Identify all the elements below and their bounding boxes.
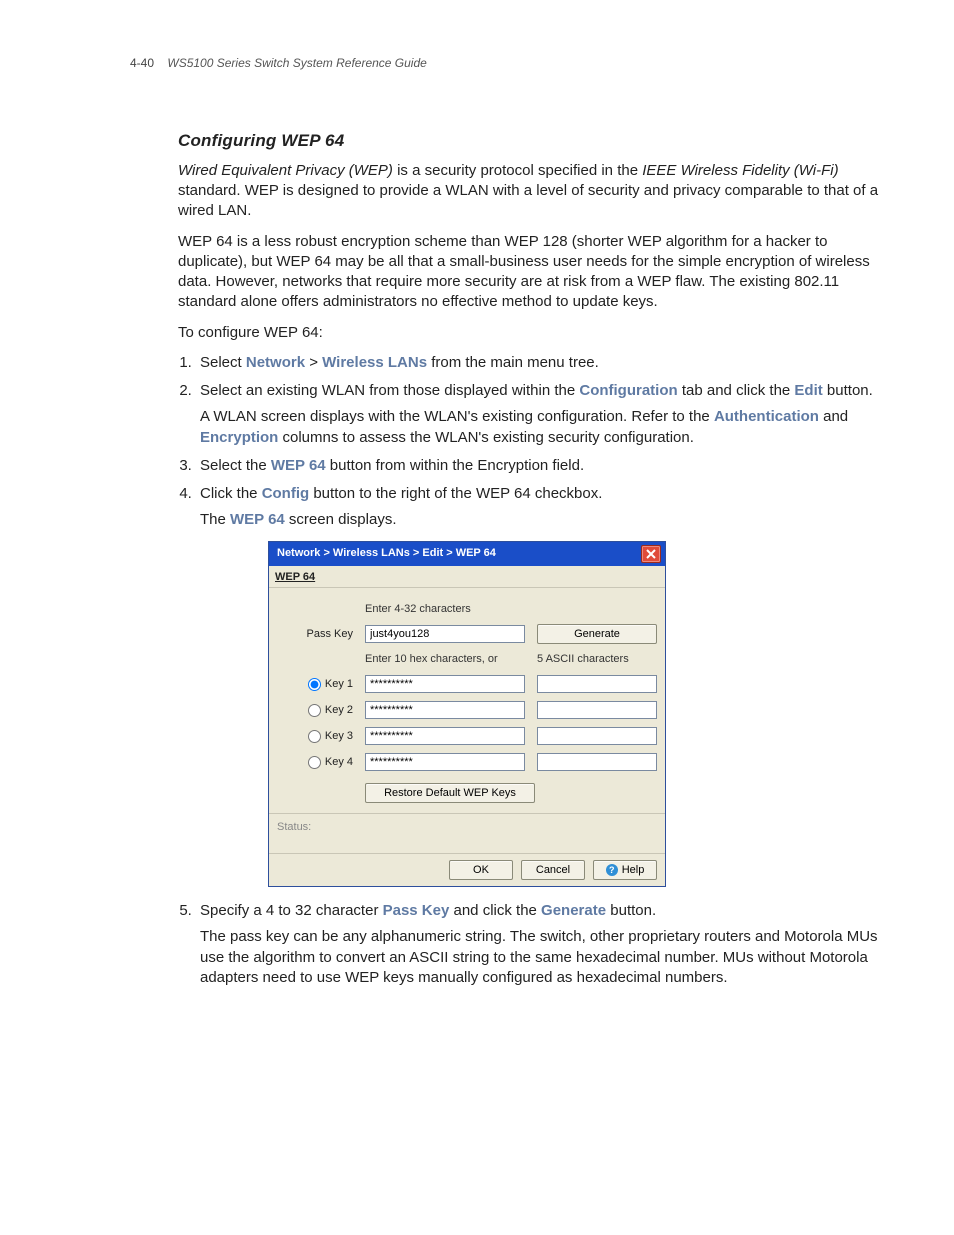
key4-radio[interactable]: Key 4: [281, 755, 353, 770]
section-heading: Configuring WEP 64: [178, 130, 894, 153]
key4-label: Key 4: [325, 755, 353, 770]
help-icon: ?: [606, 864, 618, 876]
step-5: Specify a 4 to 32 character Pass Key and…: [196, 901, 894, 988]
lead-line: To configure WEP 64:: [178, 323, 894, 343]
intro-paragraph-1: Wired Equivalent Privacy (WEP) is a secu…: [178, 161, 894, 222]
step-2: Select an existing WLAN from those displ…: [196, 381, 894, 448]
ui-configuration: Configuration: [579, 382, 677, 399]
help-button[interactable]: ?Help: [593, 860, 657, 880]
ui-authentication: Authentication: [714, 408, 819, 425]
status-bar: Status:: [269, 813, 665, 853]
step-3: Select the WEP 64 button from within the…: [196, 456, 894, 476]
key2-hex-input[interactable]: [365, 701, 525, 719]
running-header: 4-40 WS5100 Series Switch System Referen…: [130, 56, 894, 70]
key1-hex-input[interactable]: [365, 675, 525, 693]
hint-ascii: 5 ASCII characters: [537, 652, 657, 667]
intro-paragraph-2: WEP 64 is a less robust encryption schem…: [178, 232, 894, 313]
passkey-input[interactable]: [365, 625, 525, 643]
key1-radio[interactable]: Key 1: [281, 677, 353, 692]
wep64-dialog: Network > Wireless LANs > Edit > WEP 64 …: [268, 541, 666, 887]
passkey-label: Pass Key: [281, 627, 353, 642]
ui-edit: Edit: [794, 382, 822, 399]
generate-button[interactable]: Generate: [537, 624, 657, 644]
key3-radio[interactable]: Key 3: [281, 729, 353, 744]
ui-encryption: Encryption: [200, 429, 278, 446]
page-number: 4-40: [130, 56, 154, 70]
key3-ascii-input[interactable]: [537, 727, 657, 745]
hint-passkey: Enter 4-32 characters: [365, 602, 525, 617]
key1-radio-input[interactable]: [308, 678, 321, 691]
ui-wep64: WEP 64: [271, 457, 326, 474]
ui-network: Network: [246, 354, 305, 371]
dialog-caption: WEP 64: [269, 566, 665, 588]
key2-radio[interactable]: Key 2: [281, 703, 353, 718]
key3-radio-input[interactable]: [308, 730, 321, 743]
key3-hex-input[interactable]: [365, 727, 525, 745]
doc-title: WS5100 Series Switch System Reference Gu…: [167, 56, 426, 70]
ok-button[interactable]: OK: [449, 860, 513, 880]
step-1: Select Network > Wireless LANs from the …: [196, 353, 894, 373]
ui-wep64-screen: WEP 64: [230, 511, 285, 528]
step-4: Click the Config button to the right of …: [196, 484, 894, 887]
key2-label: Key 2: [325, 703, 353, 718]
ui-passkey: Pass Key: [383, 902, 450, 919]
term-wifi: IEEE Wireless Fidelity (Wi-Fi): [642, 162, 838, 179]
ui-wireless-lans: Wireless LANs: [322, 354, 427, 371]
restore-defaults-button[interactable]: Restore Default WEP Keys: [365, 783, 535, 803]
ui-generate: Generate: [541, 902, 606, 919]
step-5-body: The pass key can be any alphanumeric str…: [200, 927, 894, 988]
key2-ascii-input[interactable]: [537, 701, 657, 719]
key4-ascii-input[interactable]: [537, 753, 657, 771]
dialog-title: Network > Wireless LANs > Edit > WEP 64: [277, 546, 496, 561]
dialog-titlebar: Network > Wireless LANs > Edit > WEP 64: [269, 542, 665, 566]
key3-label: Key 3: [325, 729, 353, 744]
key4-hex-input[interactable]: [365, 753, 525, 771]
ui-config: Config: [262, 485, 309, 502]
key1-label: Key 1: [325, 677, 353, 692]
cancel-button[interactable]: Cancel: [521, 860, 585, 880]
key2-radio-input[interactable]: [308, 704, 321, 717]
key4-radio-input[interactable]: [308, 756, 321, 769]
close-icon[interactable]: [641, 545, 661, 563]
key1-ascii-input[interactable]: [537, 675, 657, 693]
hint-hex: Enter 10 hex characters, or: [365, 652, 525, 667]
term-wep: Wired Equivalent Privacy (WEP): [178, 162, 393, 179]
